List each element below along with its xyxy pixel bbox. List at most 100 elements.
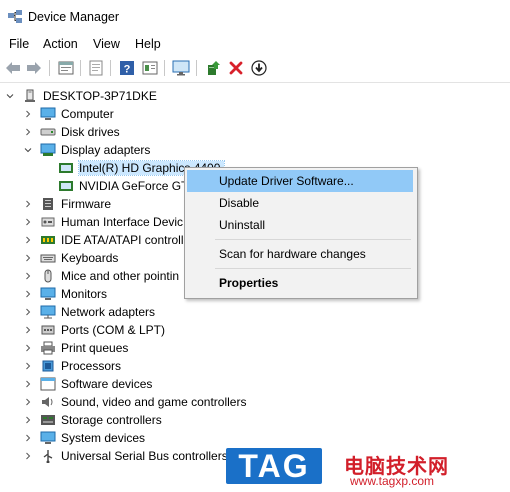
tree-item-label: Mice and other pointin bbox=[61, 269, 180, 283]
chevron-right-icon[interactable] bbox=[24, 380, 32, 388]
tree-child-item[interactable]: NVIDIA GeForce GT bbox=[42, 177, 188, 195]
tree-category-item[interactable]: Monitors bbox=[24, 285, 107, 303]
help-icon[interactable]: ? bbox=[117, 58, 137, 78]
ide-icon bbox=[40, 233, 56, 247]
tree-category-item[interactable]: Print queues bbox=[24, 339, 128, 357]
tree-category-item[interactable]: Disk drives bbox=[24, 123, 120, 141]
tree-item-label: Universal Serial Bus controllers bbox=[61, 449, 228, 463]
tree-category-item[interactable]: Display adapters bbox=[24, 141, 150, 159]
tree-item-label: Disk drives bbox=[61, 125, 120, 139]
tree-item-label: IDE ATA/ATAPI controll bbox=[61, 233, 184, 247]
monitor-icon[interactable] bbox=[171, 58, 191, 78]
menu-bar: File Action View Help bbox=[0, 34, 510, 54]
chevron-right-icon[interactable] bbox=[24, 254, 32, 262]
port-icon bbox=[40, 323, 56, 337]
tree-item-label: Computer bbox=[61, 107, 114, 121]
hid-icon bbox=[40, 215, 56, 229]
chevron-right-icon[interactable] bbox=[24, 110, 32, 118]
processor-icon bbox=[40, 359, 56, 373]
tree-category-item[interactable]: Universal Serial Bus controllers bbox=[24, 447, 228, 465]
device-manager-icon bbox=[8, 10, 22, 23]
uninstall-menu-item[interactable]: Uninstall bbox=[187, 214, 413, 236]
menu-view[interactable]: View bbox=[92, 37, 121, 51]
sound-icon bbox=[40, 395, 56, 409]
scan-hardware-changes-menu-item[interactable]: Scan for hardware changes bbox=[187, 243, 413, 265]
printer-icon bbox=[40, 341, 56, 355]
tree-item-label: Monitors bbox=[61, 287, 108, 301]
disable-menu-item[interactable]: Disable bbox=[187, 192, 413, 214]
toolbar-separator bbox=[196, 60, 197, 76]
update-driver-icon[interactable] bbox=[203, 58, 223, 78]
network-icon bbox=[40, 305, 56, 319]
chevron-right-icon[interactable] bbox=[24, 128, 32, 136]
chevron-down-icon[interactable] bbox=[24, 146, 32, 154]
forward-icon[interactable] bbox=[24, 58, 44, 78]
computer-icon bbox=[40, 107, 56, 121]
properties-icon[interactable] bbox=[56, 58, 76, 78]
toolbar-separator bbox=[110, 60, 111, 76]
root-label: DESKTOP-3P71DKE bbox=[43, 89, 157, 103]
chevron-right-icon[interactable] bbox=[24, 272, 32, 280]
menu-help[interactable]: Help bbox=[134, 37, 162, 51]
tree-item-label: Ports (COM & LPT) bbox=[61, 323, 166, 337]
tree-category-item[interactable]: Ports (COM & LPT) bbox=[24, 321, 165, 339]
tree-item-label: Network adapters bbox=[61, 305, 156, 319]
watermark-url: www.tagxp.com bbox=[350, 474, 435, 488]
tree-category-item[interactable]: System devices bbox=[24, 429, 145, 447]
toolbar-separator bbox=[164, 60, 165, 76]
menu-separator bbox=[215, 268, 411, 269]
chevron-right-icon[interactable] bbox=[24, 326, 32, 334]
chevron-right-icon[interactable] bbox=[24, 452, 32, 460]
menu-separator bbox=[215, 239, 411, 240]
gpu-icon bbox=[58, 179, 74, 193]
tree-item-label: System devices bbox=[61, 431, 146, 445]
update-driver-software-menu-item[interactable]: Update Driver Software... bbox=[187, 170, 413, 192]
window-title: Device Manager bbox=[28, 10, 120, 24]
svg-text:?: ? bbox=[124, 64, 131, 76]
display-adapter-icon bbox=[40, 143, 56, 157]
uninstall-icon[interactable] bbox=[226, 58, 246, 78]
chevron-right-icon[interactable] bbox=[24, 416, 32, 424]
chevron-right-icon[interactable] bbox=[24, 434, 32, 442]
tree-category-item[interactable]: IDE ATA/ATAPI controll bbox=[24, 231, 183, 249]
chevron-right-icon[interactable] bbox=[24, 398, 32, 406]
tree-item-label: Sound, video and game controllers bbox=[61, 395, 247, 409]
view-icon[interactable] bbox=[140, 58, 160, 78]
back-icon[interactable] bbox=[3, 58, 23, 78]
chevron-right-icon[interactable] bbox=[24, 218, 32, 226]
tree-root[interactable]: DESKTOP-3P71DKE bbox=[6, 87, 157, 105]
disk-drive-icon bbox=[40, 125, 56, 139]
tree-item-label: Display adapters bbox=[61, 143, 151, 157]
tree-category-item[interactable]: Human Interface Devic bbox=[24, 213, 183, 231]
tree-category-item[interactable]: Sound, video and game controllers bbox=[24, 393, 246, 411]
system-device-icon bbox=[40, 431, 56, 445]
usb-icon bbox=[40, 449, 56, 463]
menu-file[interactable]: File bbox=[8, 37, 30, 51]
tree-category-item[interactable]: Software devices bbox=[24, 375, 152, 393]
hidden-devices-icon[interactable] bbox=[86, 58, 106, 78]
chevron-right-icon[interactable] bbox=[24, 200, 32, 208]
monitor-icon bbox=[40, 287, 56, 301]
gpu-icon bbox=[58, 161, 74, 175]
tree-category-item[interactable]: Firmware bbox=[24, 195, 111, 213]
tree-item-label: Firmware bbox=[61, 197, 111, 211]
chevron-right-icon[interactable] bbox=[24, 344, 32, 352]
tree-category-item[interactable]: Keyboards bbox=[24, 249, 118, 267]
tree-item-label: Print queues bbox=[61, 341, 129, 355]
tree-category-item[interactable]: Computer bbox=[24, 105, 114, 123]
chevron-right-icon[interactable] bbox=[24, 362, 32, 370]
tree-category-item[interactable]: Mice and other pointin bbox=[24, 267, 179, 285]
chevron-right-icon[interactable] bbox=[24, 236, 32, 244]
menu-action[interactable]: Action bbox=[42, 37, 79, 51]
download-icon[interactable] bbox=[249, 58, 269, 78]
chevron-right-icon[interactable] bbox=[24, 308, 32, 316]
chevron-right-icon[interactable] bbox=[24, 290, 32, 298]
tree-category-item[interactable]: Network adapters bbox=[24, 303, 155, 321]
chevron-down-icon[interactable] bbox=[6, 92, 14, 100]
toolbar-separator bbox=[49, 60, 50, 76]
properties-menu-item[interactable]: Properties bbox=[187, 272, 413, 294]
tree-category-item[interactable]: Processors bbox=[24, 357, 121, 375]
tree-item-label: NVIDIA GeForce GT bbox=[79, 179, 189, 193]
tree-category-item[interactable]: Storage controllers bbox=[24, 411, 162, 429]
title-bar: Device Manager bbox=[0, 0, 510, 34]
